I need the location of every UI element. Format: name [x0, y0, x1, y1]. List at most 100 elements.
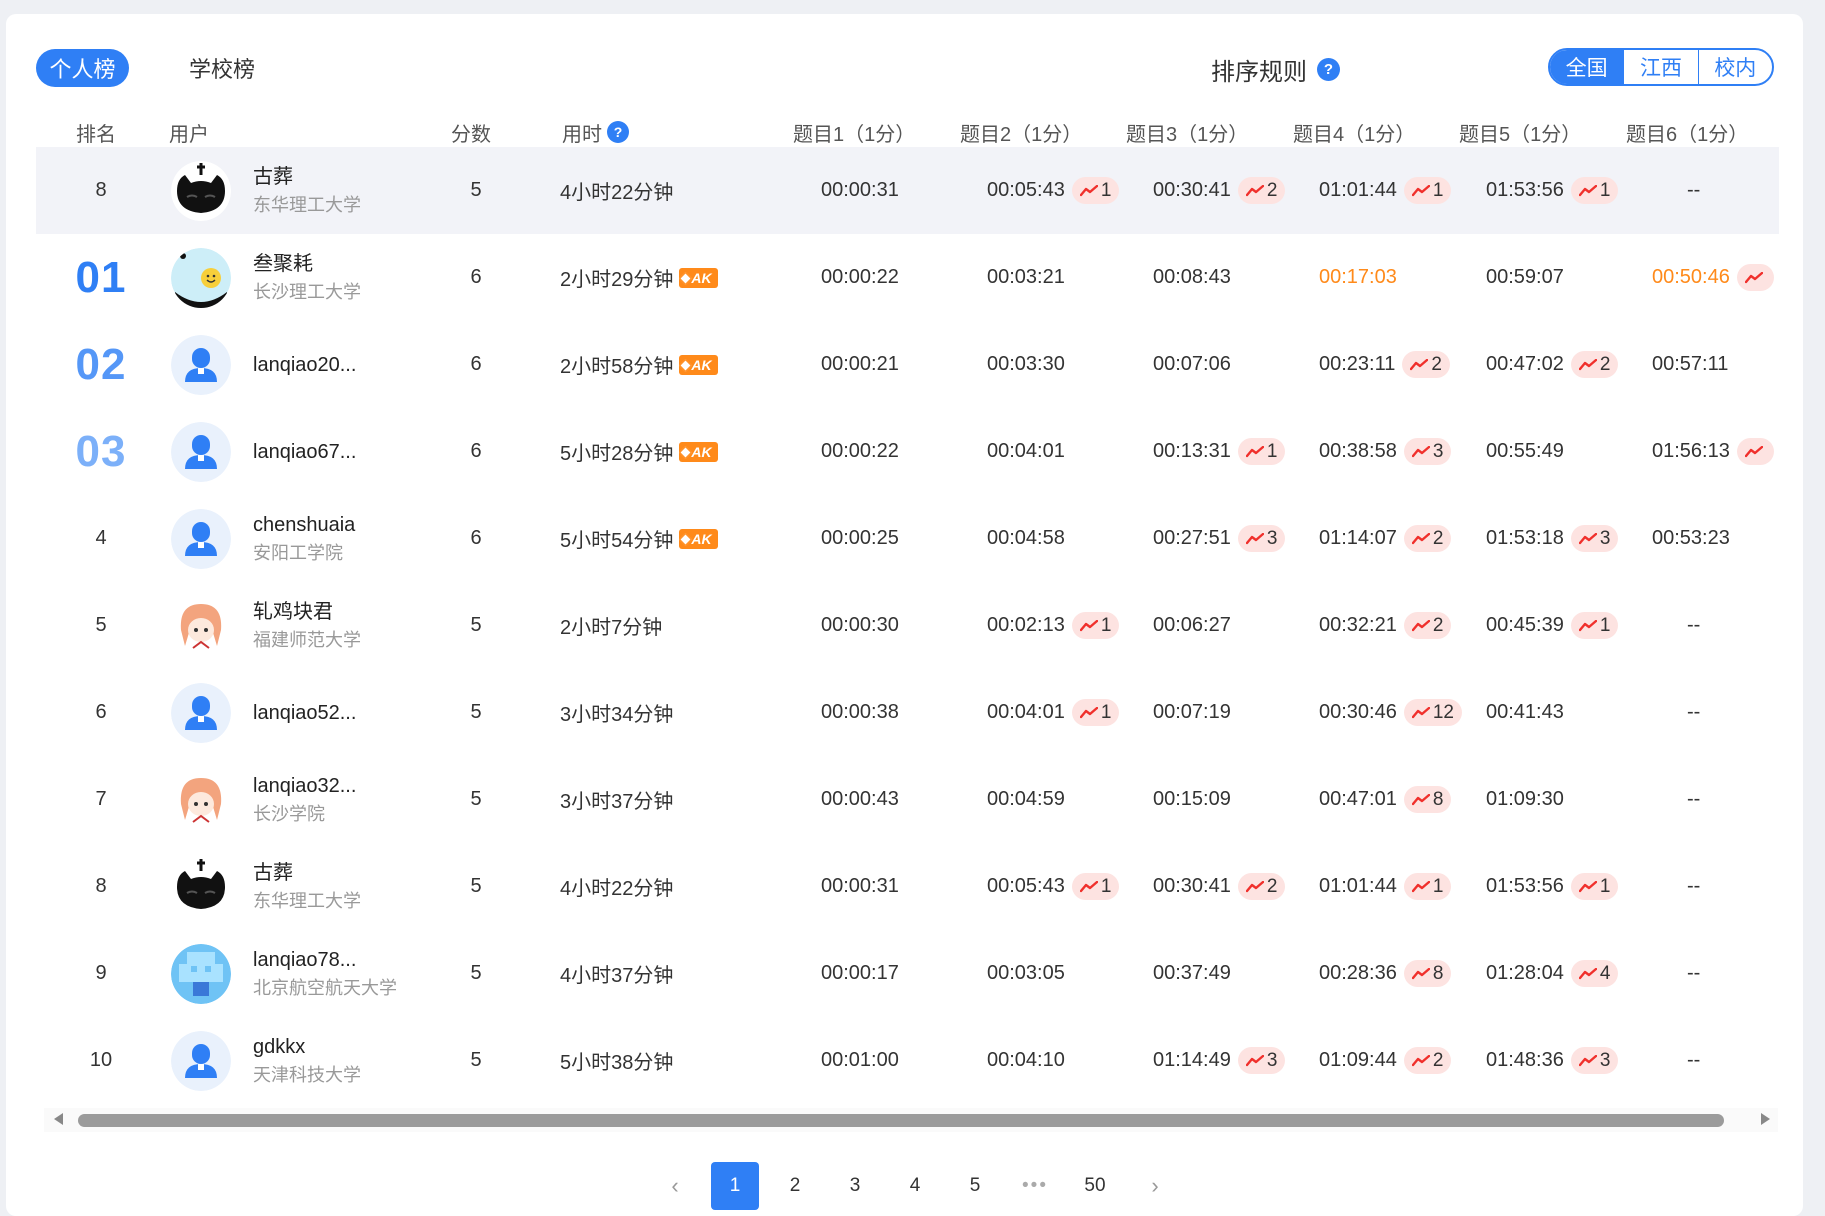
- attempts-badge: 2: [1402, 351, 1450, 378]
- time-cell: 3小时37分钟: [560, 756, 760, 843]
- attempts-badge: 1: [1570, 177, 1619, 204]
- problem-6-cell: --: [1652, 582, 1803, 669]
- scope-campus[interactable]: 校内: [1697, 50, 1772, 84]
- avatar[interactable]: [171, 682, 231, 743]
- avatar[interactable]: [171, 247, 231, 308]
- scroll-right-arrow-icon[interactable]: [1761, 1113, 1770, 1125]
- attempts-count: 3: [1599, 1049, 1611, 1071]
- attempts-count: 1: [1599, 614, 1611, 636]
- time-cell: 3小时34分钟: [560, 669, 760, 756]
- user-name[interactable]: lanqiao32...: [253, 772, 356, 800]
- solve-time: 00:00:17: [821, 962, 899, 984]
- page-4-button[interactable]: 4: [891, 1162, 939, 1210]
- attempts-count: 1: [1100, 701, 1112, 723]
- user-name[interactable]: 古葬: [253, 163, 293, 191]
- page-last-button[interactable]: 50: [1071, 1162, 1119, 1210]
- problem-4-cell: 00:23:11 2: [1319, 321, 1485, 408]
- scope-national[interactable]: 全国: [1550, 50, 1624, 84]
- trend-icon: [1578, 619, 1597, 631]
- avatar[interactable]: [171, 595, 231, 656]
- trend-icon: [1411, 445, 1430, 457]
- table-row[interactable]: 7 lanqiao32... 长沙学院 5 3小时37分钟 00:00:43 00:04:5…: [6, 756, 1803, 843]
- table-row[interactable]: 9 lanqiao78... 北京航空航天大学 5 4小时37分钟 00:00:17 00:…: [6, 930, 1803, 1017]
- sort-rule[interactable]: 排序规则 ?: [1211, 51, 1340, 87]
- prev-page-button[interactable]: ‹: [651, 1162, 699, 1210]
- problem-2-cell: 00:04:59: [987, 756, 1153, 843]
- solve-time: 00:08:43: [1153, 266, 1231, 288]
- table-row[interactable]: 02 lanqiao20... 6 2小时58分钟 AK 00:00:21 00:03:30…: [6, 321, 1803, 408]
- user-school: 北京航空航天大学: [253, 977, 397, 998]
- problem-1-cell: 00:00:17: [821, 930, 987, 1017]
- my-rank-row[interactable]: 8 古葬 东华理工大学 5 4小时22分钟 00:00:31 00:05:43 1 00:30:…: [36, 147, 1779, 234]
- trend-icon: [1411, 793, 1430, 805]
- time-help-icon[interactable]: ?: [607, 121, 629, 143]
- avatar[interactable]: [171, 1030, 231, 1091]
- problem-6-cell: --: [1652, 1017, 1803, 1104]
- solve-time: 01:48:36: [1486, 1049, 1564, 1071]
- attempts-count: 2: [1266, 875, 1278, 897]
- solve-time: 00:05:43: [987, 875, 1065, 897]
- table-row[interactable]: 5 轧鸡块君 福建师范大学 5 2小时7分钟 00:00:30 00:02:13 1 00:06…: [6, 582, 1803, 669]
- user-name[interactable]: 轧鸡块君: [253, 598, 333, 626]
- user-name[interactable]: chenshuaia: [253, 511, 355, 539]
- horizontal-scrollbar[interactable]: [44, 1108, 1778, 1132]
- page-3-button[interactable]: 3: [831, 1162, 879, 1210]
- table-row[interactable]: 8 古葬 东华理工大学 5 4小时22分钟 00:00:31 00:05:43 1 00:30:…: [6, 843, 1803, 930]
- solve-time: 00:32:21: [1319, 614, 1397, 636]
- attempts-badge: 2: [1570, 351, 1619, 378]
- user-name[interactable]: 古葬: [253, 859, 293, 887]
- attempts-count: 2: [1432, 1049, 1444, 1071]
- table-row[interactable]: 03 lanqiao67... 6 5小时28分钟 AK 00:00:22 00:04:01…: [6, 408, 1803, 495]
- problem-5-cell: 01:53:18 3: [1486, 495, 1652, 582]
- avatar[interactable]: [171, 769, 231, 830]
- scrollbar-thumb[interactable]: [78, 1114, 1724, 1127]
- attempts-count: 1: [1599, 875, 1611, 897]
- time-cell: 2小时29分钟 AK: [560, 234, 760, 321]
- avatar[interactable]: [171, 160, 231, 221]
- ak-badge: AK: [679, 441, 718, 462]
- table-row[interactable]: 4 chenshuaia 安阳工学院 6 5小时54分钟 AK 00:00:25 00:04:…: [6, 495, 1803, 582]
- avatar[interactable]: [171, 334, 231, 395]
- attempts-badge: 8: [1403, 960, 1452, 987]
- scroll-left-arrow-icon[interactable]: [54, 1113, 63, 1125]
- user-name[interactable]: lanqiao52...: [253, 699, 356, 727]
- avatar-cell: [171, 147, 233, 234]
- table-row[interactable]: 6 lanqiao52... 5 3小时34分钟 00:00:38 00:04:01 1 00…: [6, 669, 1803, 756]
- attempts-badge: 2: [1403, 1047, 1452, 1074]
- avatar[interactable]: [171, 856, 231, 917]
- trend-icon: [1578, 184, 1597, 196]
- attempts-count: 2: [1599, 353, 1611, 375]
- next-page-button[interactable]: ›: [1131, 1162, 1179, 1210]
- solve-time: 00:57:11: [1652, 353, 1729, 375]
- problem-2-cell: 00:03:30: [987, 321, 1153, 408]
- page-ellipsis-button[interactable]: •••: [1011, 1162, 1059, 1210]
- solve-time: 00:41:43: [1486, 701, 1564, 723]
- user-name[interactable]: lanqiao67...: [253, 438, 356, 466]
- tab-personal-ranking[interactable]: 个人榜: [36, 49, 129, 87]
- avatar[interactable]: [171, 421, 231, 482]
- avatar[interactable]: [171, 943, 231, 1004]
- user-name[interactable]: gdkkx: [253, 1033, 305, 1061]
- score-cell: 6: [470, 266, 482, 288]
- solve-time: 00:06:27: [1153, 614, 1231, 636]
- table-row[interactable]: 10 gdkkx 天津科技大学 5 5小时38分钟 00:01:00 00:04:10 01:…: [6, 1017, 1803, 1104]
- tab-school-ranking[interactable]: 学校榜: [189, 49, 255, 87]
- avatar[interactable]: [171, 508, 231, 569]
- scope-province[interactable]: 江西: [1623, 50, 1697, 84]
- table-row[interactable]: 01 叁聚耗 长沙理工大学 6 2小时29分钟 AK 00:00:22 00:03:21 00:…: [6, 234, 1803, 321]
- pagination: ‹ 1 2 3 4 5 ••• 50 ›: [651, 1162, 1191, 1210]
- score-cell: 5: [470, 1049, 482, 1071]
- user-name[interactable]: lanqiao20...: [253, 351, 356, 379]
- help-icon[interactable]: ?: [1317, 57, 1340, 81]
- problem-5-cell: 00:47:02 2: [1486, 321, 1652, 408]
- time-value: 5小时28分钟: [560, 443, 674, 465]
- solve-time: 00:15:09: [1153, 788, 1231, 810]
- user-name[interactable]: lanqiao78...: [253, 946, 356, 974]
- solve-time: 01:53:18: [1486, 527, 1564, 549]
- page-2-button[interactable]: 2: [771, 1162, 819, 1210]
- problem-6-cell: 00:57:11: [1652, 321, 1803, 408]
- user-name[interactable]: 叁聚耗: [253, 250, 313, 278]
- time-cell: 5小时28分钟 AK: [560, 408, 760, 495]
- page-5-button[interactable]: 5: [951, 1162, 999, 1210]
- page-1-button[interactable]: 1: [711, 1162, 759, 1210]
